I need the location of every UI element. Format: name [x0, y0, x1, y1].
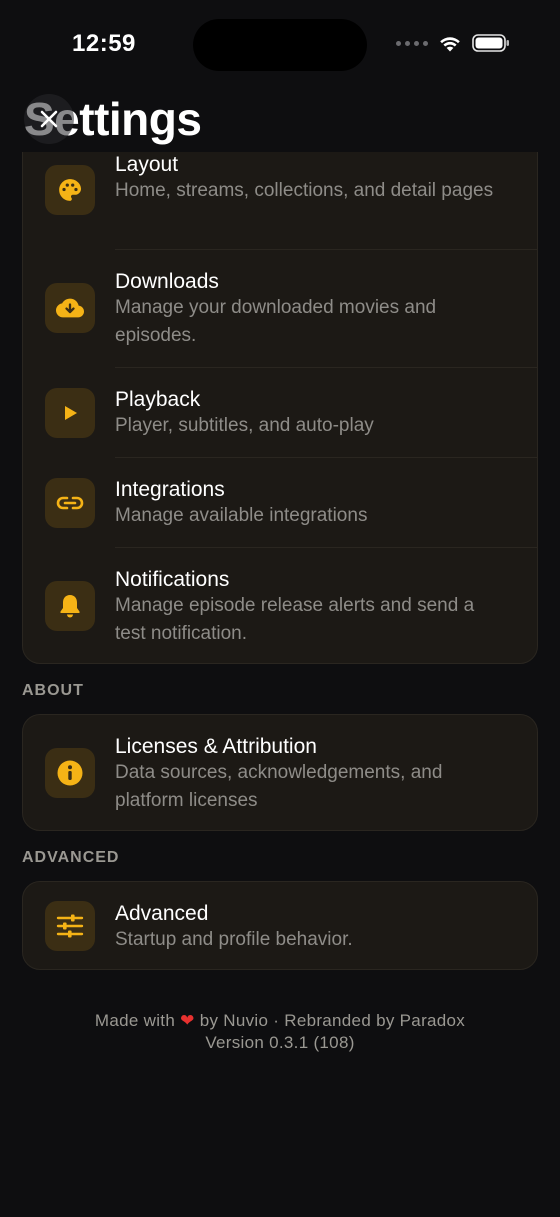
dynamic-island	[193, 19, 367, 71]
sliders-icon	[45, 901, 95, 951]
heart-icon: ❤	[180, 1011, 195, 1030]
close-icon	[40, 110, 58, 128]
status-bar: 12:59	[0, 0, 560, 90]
row-title: Layout	[115, 153, 179, 176]
footer-version: Version 0.3.1 (108)	[205, 1033, 355, 1052]
about-card: Licenses & Attribution Data sources, ack…	[22, 714, 538, 831]
header: Settings	[0, 90, 560, 152]
row-subtitle: Manage available integrations	[115, 505, 368, 526]
row-subtitle: Startup and profile behavior.	[115, 929, 353, 950]
settings-row-advanced[interactable]: Advanced Startup and profile behavior.	[23, 882, 537, 969]
info-icon	[45, 748, 95, 798]
battery-icon	[472, 34, 509, 52]
row-subtitle: Home, streams, collections, and detail p…	[115, 180, 494, 201]
row-title: Advanced	[115, 902, 209, 925]
row-subtitle: Player, subtitles, and auto-play	[115, 415, 374, 436]
status-time: 12:59	[72, 30, 136, 57]
row-title: Playback	[115, 388, 201, 411]
bell-icon	[45, 581, 95, 631]
play-icon	[45, 388, 95, 438]
footer-credit-text: by Nuvio · Rebranded by Paradox	[199, 1011, 466, 1030]
settings-screen: 12:59 Settings Layout Home, streams, col…	[0, 0, 560, 1217]
status-indicators	[396, 34, 510, 52]
palette-icon	[45, 165, 95, 215]
row-subtitle: Manage episode release alerts and send a…	[115, 595, 475, 644]
row-title: Downloads	[115, 270, 219, 293]
row-title: Integrations	[115, 478, 225, 501]
footer-made-with: Made with	[94, 1011, 176, 1030]
settings-card: Layout Home, streams, collections, and d…	[22, 118, 538, 664]
cloud-download-icon	[45, 283, 95, 333]
link-icon	[45, 478, 95, 528]
cellular-signal-icon	[396, 40, 428, 46]
wifi-icon	[440, 37, 460, 52]
footer-credits: Made with ❤ by Nuvio · Rebranded by Para…	[0, 1010, 560, 1032]
row-subtitle: Data sources, acknowledgements, and plat…	[115, 762, 443, 811]
advanced-card: Advanced Startup and profile behavior.	[22, 881, 538, 970]
section-label-about: ABOUT	[22, 682, 84, 699]
settings-row-downloads[interactable]: Downloads Manage your downloaded movies …	[23, 250, 537, 367]
row-subtitle: Manage your downloaded movies and episod…	[115, 297, 437, 346]
settings-row-notifications[interactable]: Notifications Manage episode release ale…	[23, 548, 537, 663]
settings-row-playback[interactable]: Playback Player, subtitles, and auto-pla…	[23, 368, 537, 457]
close-button[interactable]	[24, 94, 74, 144]
row-title: Licenses & Attribution	[115, 735, 317, 758]
settings-row-integrations[interactable]: Integrations Manage available integratio…	[23, 458, 537, 547]
settings-row-licenses[interactable]: Licenses & Attribution Data sources, ack…	[23, 715, 537, 830]
row-title: Notifications	[115, 568, 230, 591]
section-label-advanced: ADVANCED	[22, 849, 120, 866]
